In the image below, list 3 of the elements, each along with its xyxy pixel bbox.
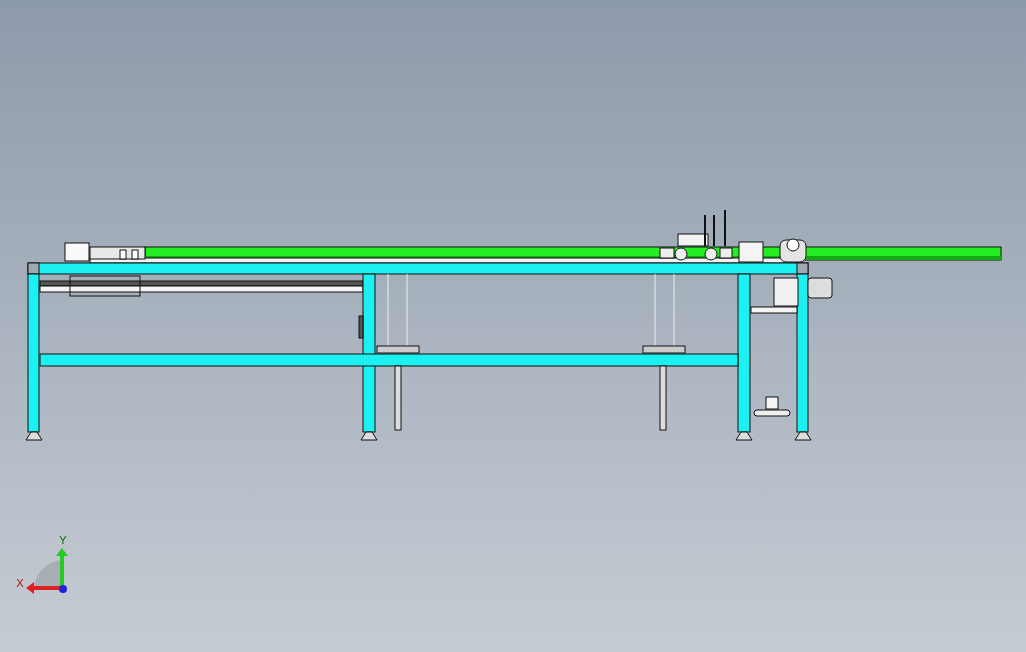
axis-triad-icon (26, 548, 68, 594)
axis-label: X (16, 577, 24, 589)
axis-label: Y (59, 534, 67, 546)
